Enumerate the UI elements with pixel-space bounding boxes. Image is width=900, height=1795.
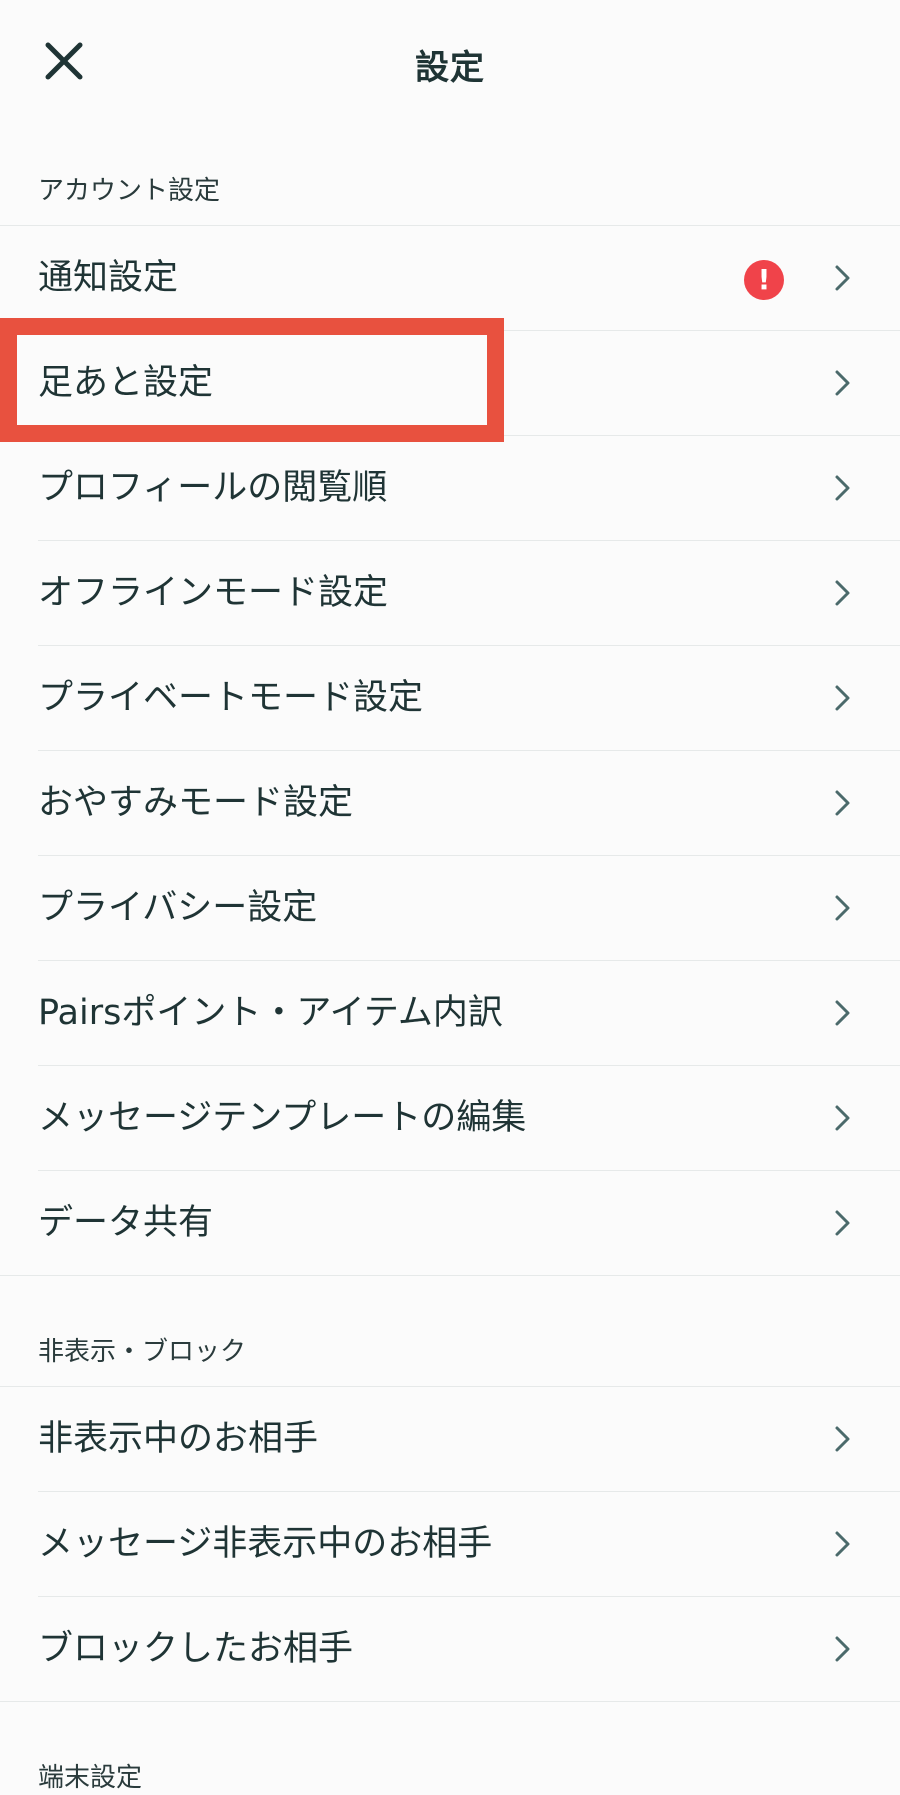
divider	[0, 1701, 900, 1702]
alert-badge-icon: !	[744, 260, 784, 300]
highlight-box	[0, 318, 504, 442]
chevron-right-icon	[828, 263, 858, 293]
settings-row-points-items[interactable]: Pairsポイント・アイテム内訳	[0, 961, 900, 1066]
chevron-right-icon	[828, 1103, 858, 1133]
section-header-hide-block: 非表示・ブロック	[38, 1337, 247, 1367]
row-label: メッセージテンプレートの編集	[38, 1098, 527, 1138]
page-title: 設定	[415, 48, 485, 88]
row-label: オフラインモード設定	[38, 573, 389, 613]
settings-row-blocked-partners[interactable]: ブロックしたお相手	[0, 1597, 900, 1702]
chevron-right-icon	[828, 473, 858, 503]
settings-row-message-hidden-partners[interactable]: メッセージ非表示中のお相手	[0, 1492, 900, 1597]
row-label: データ共有	[38, 1203, 214, 1243]
row-label: 非表示中のお相手	[38, 1419, 319, 1459]
chevron-right-icon	[828, 788, 858, 818]
chevron-right-icon	[828, 998, 858, 1028]
row-label: Pairsポイント・アイテム内訳	[38, 993, 503, 1033]
settings-row-profile-view-order[interactable]: プロフィールの閲覧順	[0, 436, 900, 541]
section-header-account: アカウント設定	[38, 176, 221, 206]
settings-row-privacy[interactable]: プライバシー設定	[0, 856, 900, 961]
settings-row-message-templates[interactable]: メッセージテンプレートの編集	[0, 1066, 900, 1171]
chevron-right-icon	[828, 368, 858, 398]
settings-row-hidden-partners[interactable]: 非表示中のお相手	[0, 1387, 900, 1492]
row-label: 通知設定	[38, 258, 179, 298]
section-header-device: 端末設定	[38, 1763, 143, 1793]
chevron-right-icon	[828, 1529, 858, 1559]
chevron-right-icon	[828, 683, 858, 713]
settings-row-data-sharing[interactable]: データ共有	[0, 1171, 900, 1276]
row-label: プライバシー設定	[38, 888, 318, 928]
settings-row-notification[interactable]: 通知設定 !	[0, 226, 900, 331]
row-label: メッセージ非表示中のお相手	[38, 1524, 493, 1564]
row-label: プライベートモード設定	[38, 678, 424, 718]
chevron-right-icon	[828, 1208, 858, 1238]
row-label: プロフィールの閲覧順	[38, 468, 388, 508]
settings-row-private-mode[interactable]: プライベートモード設定	[0, 646, 900, 751]
header: 設定	[0, 0, 900, 125]
row-label: おやすみモード設定	[38, 783, 354, 823]
chevron-right-icon	[828, 1634, 858, 1664]
settings-page: 設定 アカウント設定 通知設定 ! 足あと設定 プロフィールの閲覧順 オフライン…	[0, 0, 900, 1795]
chevron-right-icon	[828, 578, 858, 608]
row-label: ブロックしたお相手	[38, 1629, 354, 1669]
settings-row-sleep-mode[interactable]: おやすみモード設定	[0, 751, 900, 856]
settings-row-offline-mode[interactable]: オフラインモード設定	[0, 541, 900, 646]
divider	[0, 1275, 900, 1276]
chevron-right-icon	[828, 893, 858, 923]
chevron-right-icon	[828, 1424, 858, 1454]
